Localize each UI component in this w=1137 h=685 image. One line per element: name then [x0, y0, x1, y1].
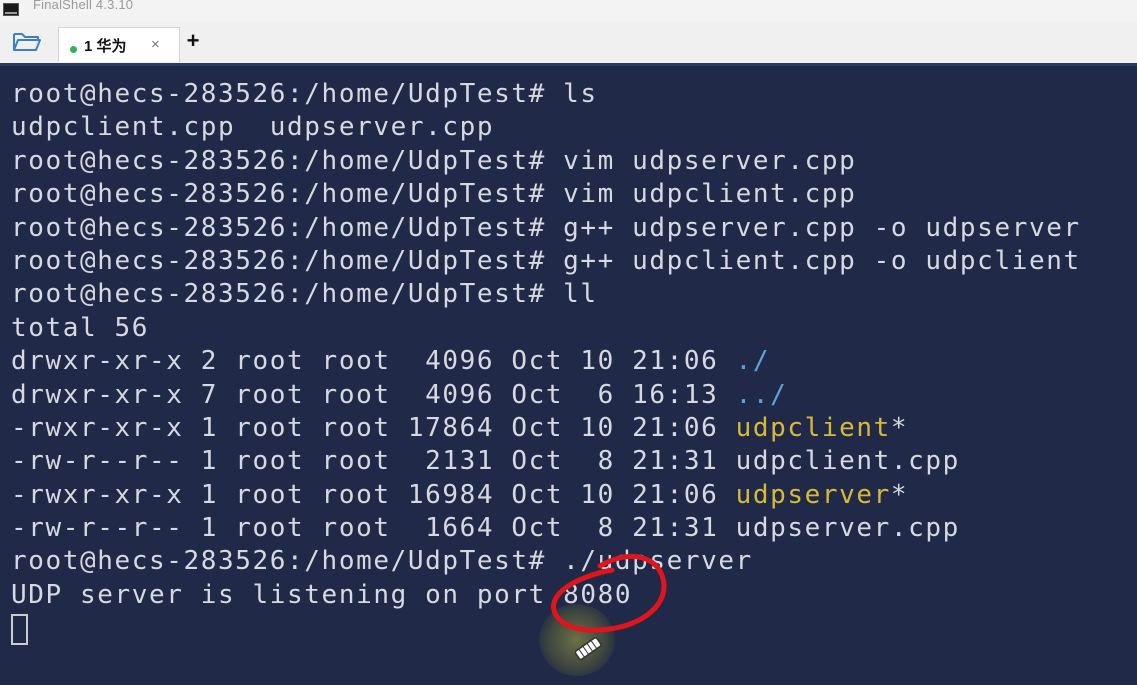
- terminal-line: root@hecs-283526:/home/UdpTest# g++ udpc…: [11, 245, 1081, 278]
- tab-label: 1 华为: [84, 38, 127, 55]
- terminal-line: root@hecs-283526:/home/UdpTest# g++ udps…: [11, 212, 1081, 245]
- terminal-line: -rwxr-xr-x 1 root root 16984 Oct 10 21:0…: [11, 479, 1081, 512]
- terminal-text: *: [890, 412, 909, 443]
- terminal-text: ./: [735, 346, 771, 377]
- terminal-line: root@hecs-283526:/home/UdpTest# vim udps…: [11, 145, 1081, 178]
- terminal-line: root@hecs-283526:/home/UdpTest# ls: [11, 78, 1081, 111]
- terminal-text: udpclient.cpp udpserver.cpp: [11, 112, 495, 143]
- terminal-text: -rwxr-xr-x 1 root root 16984 Oct 10 21:0…: [11, 479, 736, 510]
- terminal-line: total 56: [11, 312, 1081, 345]
- folder-open-icon: [13, 33, 41, 51]
- terminal-text: drwxr-xr-x 2 root root 4096 Oct 10 21:06: [11, 346, 736, 377]
- terminal-line: root@hecs-283526:/home/UdpTest# ll: [11, 278, 1081, 311]
- finalshell-app-icon: [3, 3, 19, 16]
- terminal-text: -rwxr-xr-x 1 root root 17864 Oct 10 21:0…: [11, 412, 736, 443]
- terminal-text: UDP server is listening on port 8080: [11, 579, 633, 610]
- window-title: FinalShell 4.3.10: [33, 0, 134, 12]
- terminal-text: root@hecs-283526:/home/UdpTest# ./udpser…: [11, 546, 753, 577]
- terminal-text: root@hecs-283526:/home/UdpTest# g++ udpc…: [11, 245, 1081, 276]
- terminal-line: drwxr-xr-x 2 root root 4096 Oct 10 21:06…: [11, 345, 1081, 378]
- terminal-output: root@hecs-283526:/home/UdpTest# ls udpcli…: [11, 78, 1081, 612]
- terminal-line: root@hecs-283526:/home/UdpTest# vim udpc…: [11, 178, 1081, 211]
- terminal-line: drwxr-xr-x 7 root root 4096 Oct 6 16:13 …: [11, 379, 1081, 412]
- window-titlebar: FinalShell 4.3.10: [0, 0, 1137, 22]
- terminal-text: udpclient: [735, 412, 891, 443]
- terminal-text: root@hecs-283526:/home/UdpTest# ls: [11, 79, 598, 109]
- terminal-text: ../: [735, 379, 788, 410]
- terminal-cursor: [11, 614, 28, 645]
- terminal-line: UDP server is listening on port 8080: [11, 579, 1081, 612]
- terminal-line: -rw-r--r-- 1 root root 1664 Oct 8 21:31 …: [11, 512, 1081, 545]
- terminal-line: udpclient.cpp udpserver.cpp: [11, 111, 1081, 144]
- terminal-text: root@hecs-283526:/home/UdpTest# vim udpc…: [11, 179, 857, 210]
- terminal-text: root@hecs-283526:/home/UdpTest# vim udps…: [11, 145, 857, 176]
- add-tab-button[interactable]: +: [185, 30, 201, 54]
- terminal-text: root@hecs-283526:/home/UdpTest# ll: [11, 279, 598, 310]
- tab-session-huawei[interactable]: 1 华为 ×: [58, 27, 180, 62]
- terminal-line: -rwxr-xr-x 1 root root 17864 Oct 10 21:0…: [11, 412, 1081, 445]
- terminal-line: root@hecs-283526:/home/UdpTest# ./udpser…: [11, 545, 1081, 578]
- terminal-text: drwxr-xr-x 7 root root 4096 Oct 6 16:13: [11, 379, 736, 410]
- terminal-panel[interactable]: root@hecs-283526:/home/UdpTest# ls udpcli…: [0, 66, 1137, 685]
- terminal-text: root@hecs-283526:/home/UdpTest# g++ udps…: [11, 212, 1081, 243]
- terminal-line: -rw-r--r-- 1 root root 2131 Oct 8 21:31 …: [11, 445, 1081, 478]
- terminal-text: udpserver: [735, 479, 891, 510]
- mouse-pointer-highlight: [539, 604, 615, 676]
- close-icon[interactable]: ×: [151, 36, 160, 53]
- session-tabbar: 1 华为 × +: [0, 22, 1137, 63]
- terminal-text: -rw-r--r-- 1 root root 2131 Oct 8 21:31 …: [11, 446, 960, 477]
- terminal-text: total 56: [11, 312, 150, 343]
- terminal-text: *: [890, 479, 909, 510]
- folder-open-button[interactable]: [2, 24, 52, 60]
- terminal-text: -rw-r--r-- 1 root root 1664 Oct 8 21:31 …: [11, 513, 960, 544]
- connection-status-dot: [70, 46, 77, 53]
